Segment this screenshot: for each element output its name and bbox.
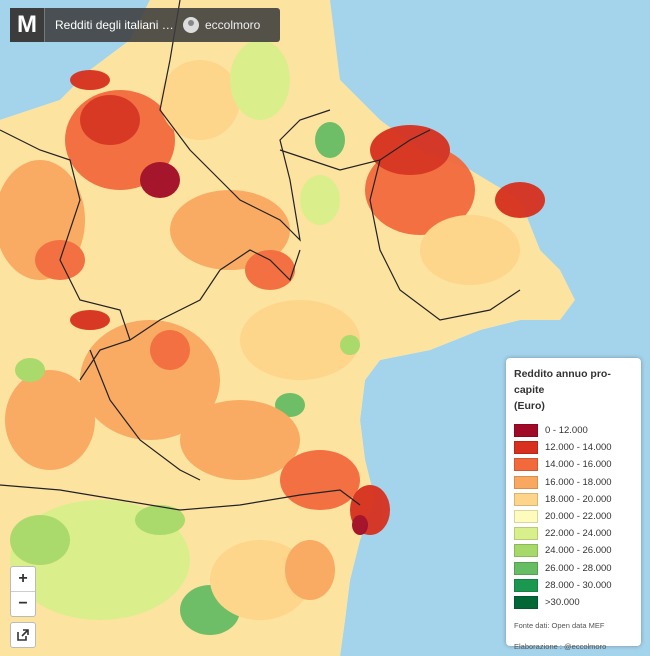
zoom-out-button[interactable]: − bbox=[11, 592, 35, 616]
legend-item: 26.000 - 28.000 bbox=[514, 560, 633, 577]
legend-swatch bbox=[514, 544, 538, 558]
legend-credit: Elaborazione : @eccolmoro bbox=[514, 642, 607, 652]
legend-swatch bbox=[514, 510, 538, 524]
legend-item: 22.000 - 24.000 bbox=[514, 525, 633, 542]
legend: Reddito annuo pro-capite (Euro) 0 - 12.0… bbox=[506, 358, 641, 651]
app-logo[interactable]: M bbox=[10, 8, 45, 42]
legend-source: Fonte dati: Open data MEF bbox=[514, 621, 605, 631]
legend-swatch bbox=[514, 492, 538, 506]
legend-item: 24.000 - 26.000 bbox=[514, 542, 633, 559]
legend-label: 28.000 - 30.000 bbox=[545, 579, 612, 591]
zoom-control: + − bbox=[10, 566, 36, 617]
share-button[interactable] bbox=[10, 622, 36, 648]
legend-swatch bbox=[514, 527, 538, 541]
legend-item: 14.000 - 16.000 bbox=[514, 456, 633, 473]
legend-label: 26.000 - 28.000 bbox=[545, 562, 612, 574]
legend-item: 16.000 - 18.000 bbox=[514, 474, 633, 491]
legend-swatch bbox=[514, 458, 538, 472]
legend-item: 28.000 - 30.000 bbox=[514, 577, 633, 594]
external-link-icon bbox=[17, 629, 29, 641]
legend-label: 16.000 - 18.000 bbox=[545, 476, 612, 488]
legend-swatch bbox=[514, 441, 538, 455]
legend-item: 18.000 - 20.000 bbox=[514, 491, 633, 508]
legend-unit: (Euro) bbox=[514, 400, 545, 412]
legend-label: 12.000 - 14.000 bbox=[545, 442, 612, 454]
legend-item: 20.000 - 22.000 bbox=[514, 508, 633, 525]
legend-item: 0 - 12.000 bbox=[514, 422, 633, 439]
legend-items: 0 - 12.000 12.000 - 14.000 14.000 - 16.000… bbox=[514, 422, 633, 611]
legend-label: 0 - 12.000 bbox=[545, 425, 588, 437]
map-title[interactable]: Redditi degli italiani per C... bbox=[55, 18, 175, 32]
zoom-in-button[interactable]: + bbox=[11, 567, 35, 592]
legend-label: 18.000 - 20.000 bbox=[545, 493, 612, 505]
header-bar: M Redditi degli italiani per C... eccolm… bbox=[10, 8, 280, 42]
legend-swatch bbox=[514, 561, 538, 575]
legend-label: 24.000 - 26.000 bbox=[545, 545, 612, 557]
legend-swatch bbox=[514, 475, 538, 489]
legend-swatch bbox=[514, 595, 538, 609]
legend-swatch bbox=[514, 424, 538, 438]
legend-title: Reddito annuo pro-capite bbox=[514, 368, 611, 396]
legend-swatch bbox=[514, 578, 538, 592]
legend-label: 14.000 - 16.000 bbox=[545, 459, 612, 471]
author-avatar-icon[interactable] bbox=[183, 17, 199, 33]
legend-label: 22.000 - 24.000 bbox=[545, 528, 612, 540]
legend-label: >30.000 bbox=[545, 596, 580, 608]
legend-label: 20.000 - 22.000 bbox=[545, 511, 612, 523]
author-name[interactable]: eccolmoro bbox=[205, 18, 260, 32]
legend-item: >30.000 bbox=[514, 594, 633, 611]
legend-item: 12.000 - 14.000 bbox=[514, 439, 633, 456]
